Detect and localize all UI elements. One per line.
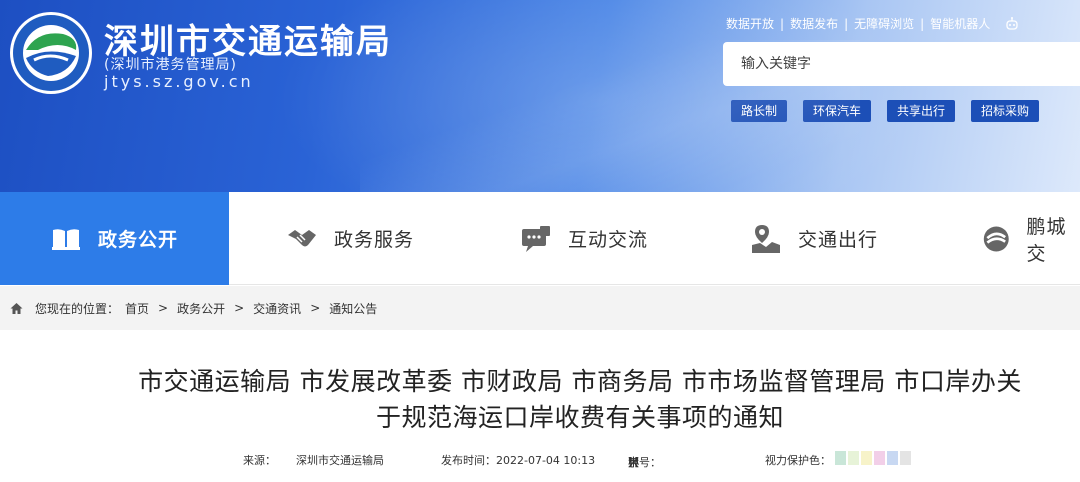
map-pin-icon — [752, 224, 780, 253]
site-domain: jtys.sz.gov.cn — [104, 72, 254, 91]
link-robot[interactable]: 智能机器人 — [930, 15, 990, 32]
color-swatch[interactable] — [861, 451, 872, 465]
top-links: 数据开放 | 数据发布 | 无障碍浏览 | 智能机器人 — [726, 15, 1020, 32]
robot-icon[interactable] — [1004, 16, 1020, 32]
nav-item-gov-services[interactable]: 政务服务 — [286, 192, 414, 285]
vision-protect-label: 视力保护色： — [765, 454, 831, 467]
search-input[interactable] — [723, 42, 1080, 86]
main-nav: 政务公开 政务服务 互动交流 交通出行 鹏城交 — [0, 192, 1080, 285]
color-swatch[interactable] — [887, 451, 898, 465]
breadcrumb-notices[interactable]: 通知公告 — [329, 300, 377, 317]
link-data-publish[interactable]: 数据发布 — [790, 15, 838, 32]
bracket-close: 】 — [628, 456, 639, 469]
article-meta: 来源： 深圳市交通运输局 发布时间：2022-07-04 10:13 字号：【 … — [0, 450, 1080, 470]
breadcrumb-separator: > — [234, 301, 245, 315]
breadcrumb-separator: > — [158, 301, 169, 315]
header-banner: 深圳市交通运输局 (深圳市港务管理局) jtys.sz.gov.cn 数据开放 … — [0, 0, 1080, 192]
breadcrumb-transport-news[interactable]: 交通资讯 — [253, 300, 301, 317]
breadcrumb-prefix: 您现在的位置： — [35, 301, 120, 316]
quick-link-road-chief[interactable]: 路长制 — [731, 100, 788, 122]
nav-label: 互动交流 — [568, 229, 649, 251]
color-swatch[interactable] — [874, 451, 885, 465]
site-subtitle: (深圳市港务管理局) — [104, 57, 237, 73]
nav-item-transport[interactable]: 交通出行 — [750, 192, 878, 285]
page: 深圳市交通运输局 (深圳市港务管理局) jtys.sz.gov.cn 数据开放 … — [0, 0, 1080, 482]
breadcrumb-home[interactable]: 首页 — [125, 300, 149, 317]
nav-item-interaction[interactable]: 互动交流 — [520, 192, 648, 285]
color-swatch[interactable] — [900, 451, 911, 465]
separator: | — [920, 16, 925, 31]
site-logo[interactable] — [8, 10, 94, 96]
book-icon — [52, 228, 80, 250]
source-label: 来源： — [243, 454, 276, 467]
breadcrumb-separator: > — [310, 301, 321, 315]
nav-label: 政务服务 — [334, 229, 415, 251]
color-swatch[interactable] — [835, 451, 846, 465]
home-icon — [10, 302, 23, 314]
source-value: 深圳市交通运输局 — [296, 454, 384, 467]
nav-item-gov-affairs[interactable]: 政务公开 — [0, 192, 229, 285]
separator: | — [780, 16, 785, 31]
breadcrumb-gov-affairs[interactable]: 政务公开 — [177, 300, 225, 317]
color-swatch[interactable] — [848, 451, 859, 465]
article-title-line: 于规范海运口岸收费有关事项的通知 — [375, 403, 784, 432]
quick-links: 路长制 环保汽车 共享出行 招标采购 — [731, 100, 1055, 122]
quick-link-shared-mobility[interactable]: 共享出行 — [887, 100, 956, 122]
breadcrumb: 您现在的位置： 首页 > 政务公开 > 交通资讯 > 通知公告 — [0, 286, 1080, 330]
separator: | — [844, 16, 849, 31]
nav-item-pengcheng[interactable]: 鹏城交 — [982, 192, 1080, 285]
vision-color-swatches — [835, 451, 911, 465]
link-accessibility[interactable]: 无障碍浏览 — [854, 15, 914, 32]
article-title: 市交通运输局 市发展改革委 市财政局 市商务局 市市场监督管理局 市口岸办关 于… — [80, 364, 1080, 436]
nav-label: 政务公开 — [98, 229, 179, 251]
publish-time: 发布时间：2022-07-04 10:13 — [441, 454, 596, 467]
swirl-icon — [983, 226, 1009, 251]
quick-link-eco-vehicles[interactable]: 环保汽车 — [803, 100, 872, 122]
article-title-line: 市交通运输局 市发展改革委 市财政局 市商务局 市市场监督管理局 市口岸办关 — [138, 367, 1022, 396]
quick-link-procurement[interactable]: 招标采购 — [971, 100, 1040, 122]
link-data-open[interactable]: 数据开放 — [726, 15, 774, 32]
nav-label: 鹏城交 — [1026, 215, 1067, 265]
nav-label: 交通出行 — [798, 229, 879, 251]
chat-icon — [522, 225, 550, 252]
handshake-icon — [288, 229, 316, 246]
